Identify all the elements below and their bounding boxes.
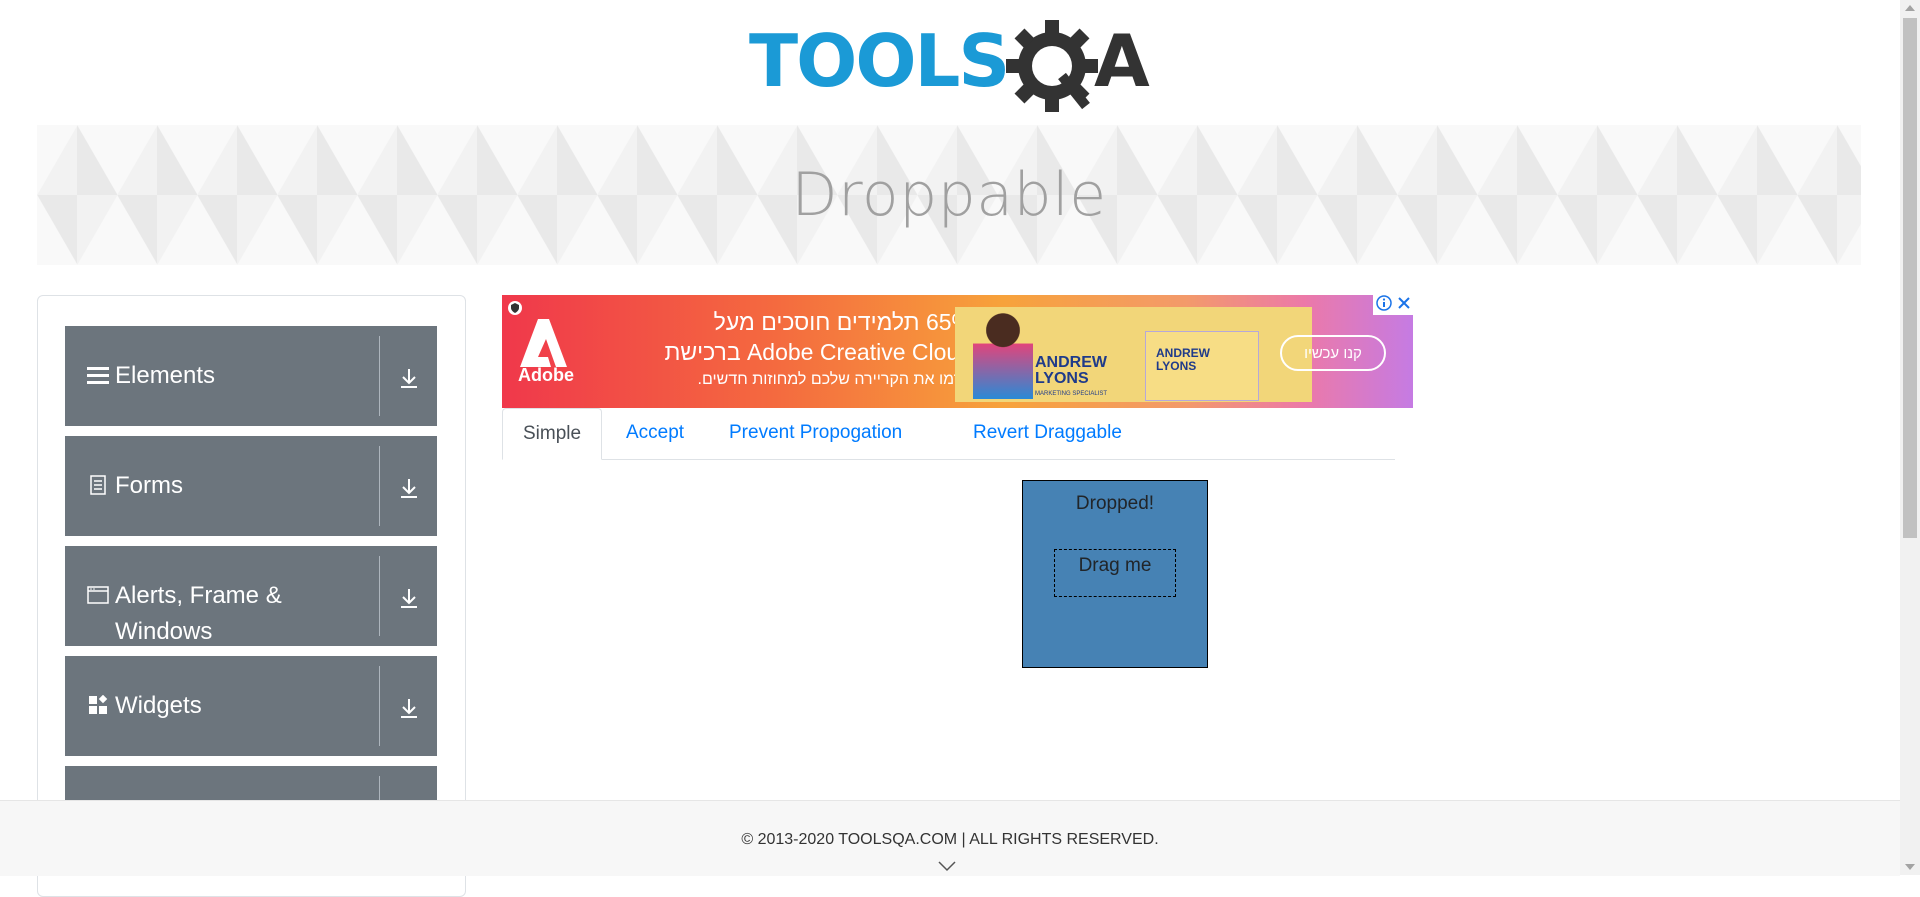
sidebar-group-widgets[interactable]: Widgets [65,656,437,756]
ad-tagline: קדמו את הקריירה שלכם למחוזות חדשים. [697,371,972,388]
hamburger-icon [87,364,109,386]
sidebar-group-forms[interactable]: Forms [65,436,437,536]
tab-prevent-propogation[interactable]: Prevent Propogation [709,408,922,458]
draggable-box[interactable]: Drag me [1054,549,1176,597]
shield-icon [508,301,522,315]
ad-card-name: ANDREW LYONS [1156,346,1210,373]
gear-icon [1006,20,1098,112]
divider [379,666,380,746]
sidebar-group-elements[interactable]: Elements [65,326,437,426]
drop-target[interactable]: Dropped! Drag me [1022,480,1208,668]
download-arrow-icon[interactable] [395,584,423,612]
tab-revert-draggable[interactable]: Revert Draggable [953,408,1142,458]
sidebar-group-label: Alerts, Frame & Windows [115,582,282,645]
toolsqa-logo-graphic: TOOLS A [749,19,1150,112]
scroll-down-icon[interactable] [1905,864,1915,870]
footer: © 2013-2020 TOOLSQA.COM | ALL RIGHTS RES… [0,800,1900,876]
window-icon [87,584,109,606]
scroll-up-icon[interactable] [1905,5,1915,11]
sidebar-group-label: Elements [115,362,216,389]
document-icon [87,474,109,496]
download-arrow-icon[interactable] [395,694,423,722]
chevron-down-icon[interactable] [937,859,957,877]
scrollbar[interactable] [1900,0,1920,875]
drop-target-label: Dropped! [1075,493,1155,514]
footer-copyright: © 2013-2020 TOOLSQA.COM | ALL RIGHTS RES… [741,831,1159,848]
toolsqa-logo[interactable]: TOOLS A [749,18,1159,114]
widgets-icon [87,694,109,716]
tab-accept[interactable]: Accept [606,408,704,458]
ad-cta-button[interactable]: קנו עכשיו [1280,335,1386,371]
page-title: Droppable [791,160,1107,230]
sidebar-group-alerts-frame-windows[interactable]: Alerts, Frame & Windows [65,546,437,646]
ad-headline: 65% תלמידים חוסכים מעל [713,309,972,335]
download-arrow-icon[interactable] [395,474,423,502]
adchoices[interactable] [1373,295,1413,315]
scrollbar-thumb[interactable] [1903,18,1917,538]
droppable-tabs: Simple Accept Prevent Propogation Revert… [502,408,1395,460]
advertisement[interactable]: Adobe 65% תלמידים חוסכים מעל Adobe Creat… [502,295,1413,408]
ad-subheadline: Adobe Creative Cloud ברכישת [664,339,972,365]
info-icon[interactable] [1375,295,1392,316]
ad-copy: 65% תלמידים חוסכים מעל Adobe Creative Cl… [612,307,972,393]
download-arrow-icon[interactable] [395,364,423,392]
logo-text-tools: TOOLS [749,19,1008,103]
sidebar-group-label: Widgets [115,692,202,719]
divider [379,556,380,636]
close-icon[interactable] [1397,296,1411,315]
ad-card: ANDREW LYONS [1145,331,1259,401]
ad-person-title: MARKETING SPECIALIST [1035,391,1108,397]
tab-simple[interactable]: Simple [502,408,603,460]
divider [379,446,380,526]
person-image [973,313,1033,399]
ad-person-name: ANDREW LYONS [1035,354,1107,387]
logo-text-a: A [1094,19,1150,103]
ad-image: ANDREW LYONS MARKETING SPECIALIST ANDREW… [955,307,1312,402]
sidebar-group-label: Forms [115,472,183,499]
page-banner: Droppable [37,125,1861,265]
divider [379,336,380,416]
ad-brand: Adobe [518,365,574,385]
